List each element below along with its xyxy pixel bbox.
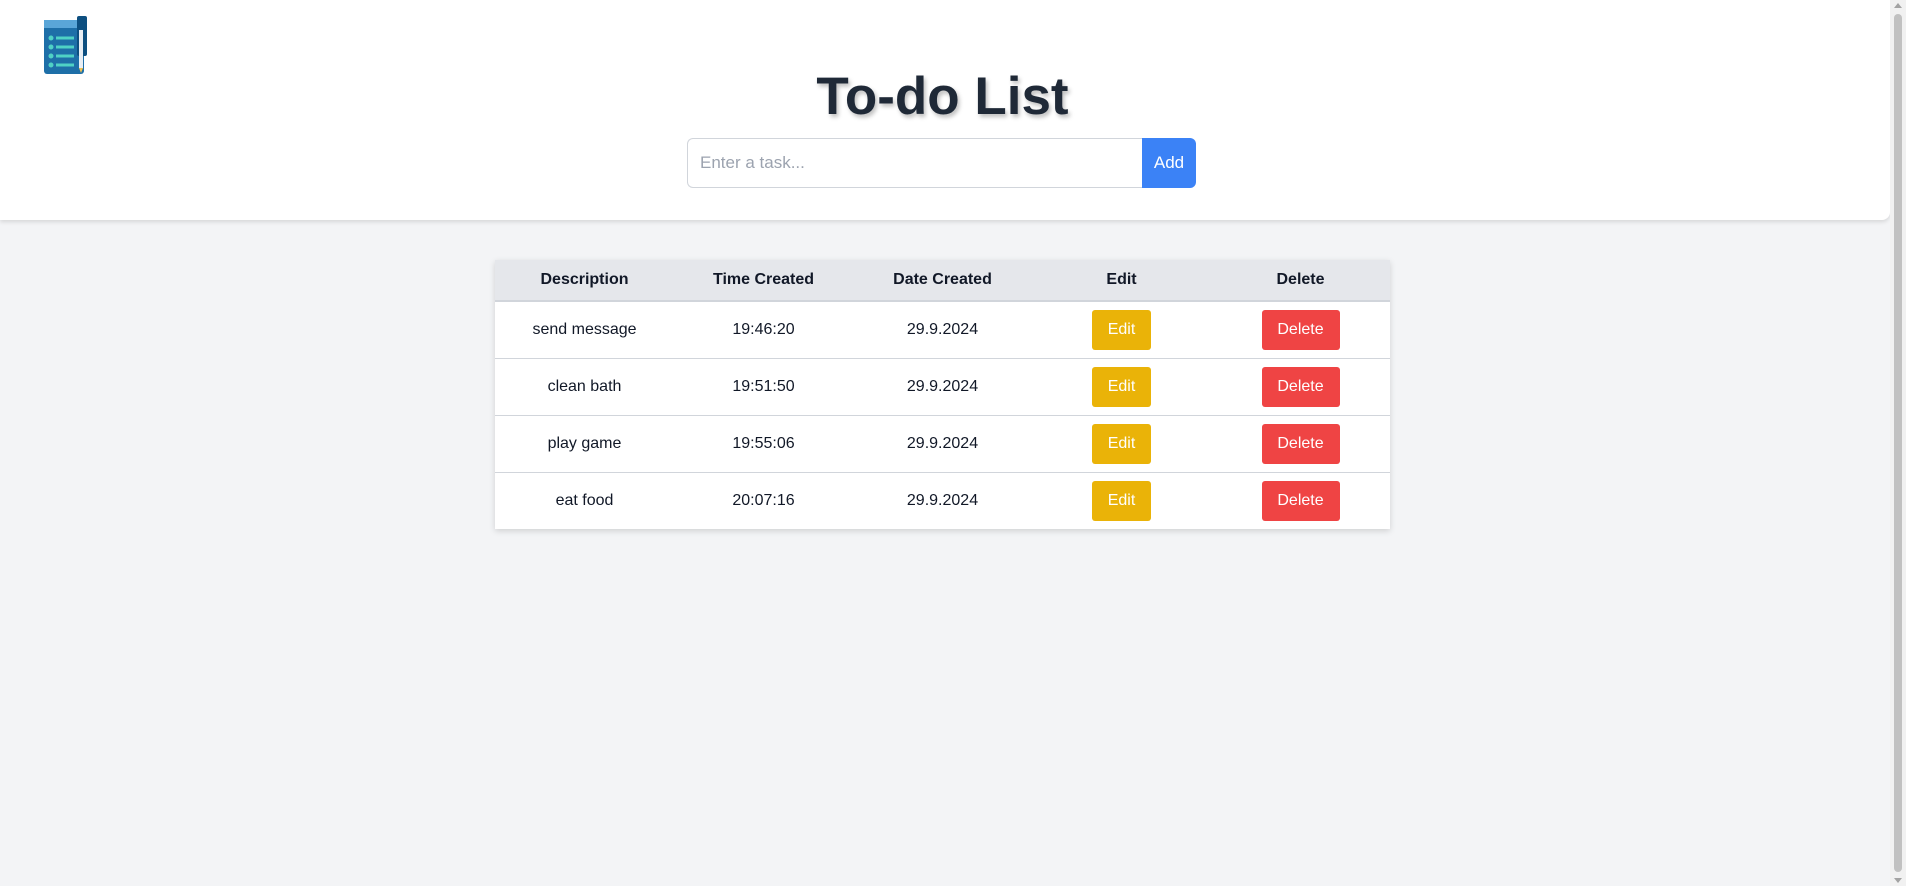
task-time: 20:07:16 [732, 491, 795, 509]
delete-cell: Delete [1211, 415, 1390, 472]
task-date: 29.9.2024 [906, 377, 979, 395]
edit-button[interactable]: Edit [1092, 309, 1151, 350]
table-row: clean bath 19:51:50 29.9.2024 Edit Delet… [495, 358, 1390, 415]
header: To-do List Add [0, 0, 1890, 220]
header-description: Description [495, 260, 674, 302]
edit-cell: Edit [1032, 358, 1211, 415]
delete-cell: Delete [1211, 358, 1390, 415]
edit-cell: Edit [1032, 301, 1211, 358]
task-description: eat food [555, 491, 614, 509]
task-description: play game [547, 434, 622, 452]
delete-button[interactable]: Delete [1261, 480, 1340, 521]
task-time: 19:46:20 [732, 320, 795, 338]
scroll-down-arrow-icon[interactable] [1894, 878, 1902, 883]
delete-button[interactable]: Delete [1261, 423, 1340, 464]
table-row: send message 19:46:20 29.9.2024 Edit Del… [495, 301, 1390, 358]
task-time: 19:55:06 [732, 434, 795, 452]
vertical-scrollbar[interactable] [1890, 0, 1906, 886]
task-input[interactable] [687, 138, 1142, 188]
delete-cell: Delete [1211, 472, 1390, 529]
header-time-created: Time Created [674, 260, 853, 302]
table-header-row: Description Time Created Date Created Ed… [495, 260, 1390, 302]
edit-button[interactable]: Edit [1092, 423, 1151, 464]
task-date: 29.9.2024 [906, 320, 979, 338]
delete-button[interactable]: Delete [1261, 366, 1340, 407]
delete-cell: Delete [1211, 301, 1390, 358]
scroll-up-arrow-icon[interactable] [1894, 3, 1902, 8]
task-description: send message [532, 320, 637, 338]
task-date: 29.9.2024 [906, 434, 979, 452]
header-delete: Delete [1211, 260, 1390, 302]
add-task-form: Add [687, 138, 1196, 188]
delete-button[interactable]: Delete [1261, 309, 1340, 350]
edit-button[interactable]: Edit [1092, 366, 1151, 407]
table-row: eat food 20:07:16 29.9.2024 Edit Delete [495, 472, 1390, 529]
edit-cell: Edit [1032, 472, 1211, 529]
edit-cell: Edit [1032, 415, 1211, 472]
task-date: 29.9.2024 [906, 491, 979, 509]
scrollbar-thumb[interactable] [1894, 14, 1902, 872]
task-time: 19:51:50 [732, 377, 795, 395]
table-row: play game 19:55:06 29.9.2024 Edit Delete [495, 415, 1390, 472]
task-table: Description Time Created Date Created Ed… [495, 260, 1390, 529]
header-date-created: Date Created [853, 260, 1032, 302]
header-edit: Edit [1032, 260, 1211, 302]
add-button[interactable]: Add [1142, 138, 1196, 188]
task-description: clean bath [547, 377, 622, 395]
page-title: To-do List [816, 67, 1069, 126]
edit-button[interactable]: Edit [1092, 480, 1151, 521]
